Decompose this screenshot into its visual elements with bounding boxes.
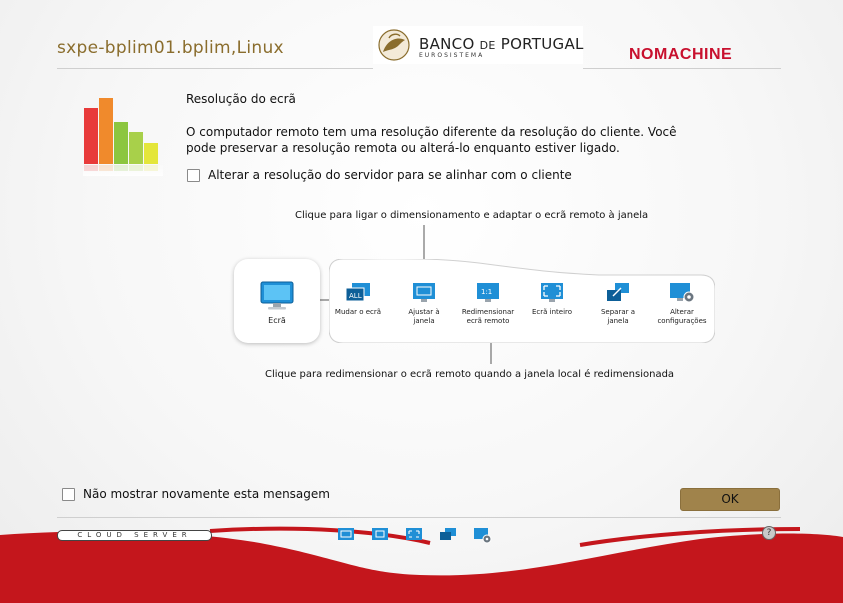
- diagram-item-change-screen: ALL Mudar o ecrã: [334, 282, 382, 317]
- dialog-heading: Resolução do ecrã: [186, 92, 296, 106]
- settings-icon[interactable]: [473, 527, 493, 545]
- fullscreen-icon: [541, 283, 563, 302]
- callout-bottom: Clique para redimensionar o ecrã remoto …: [265, 369, 675, 380]
- resize-remote-screen-icon[interactable]: [371, 527, 389, 541]
- header-divider-right: [583, 68, 781, 69]
- detach-window-icon[interactable]: [439, 527, 457, 541]
- diagram-item-settings: Alterar configurações: [656, 282, 708, 326]
- diagram-item-fit-to-window: Ajustar à janela: [400, 282, 448, 326]
- detach-window-icon: [607, 283, 629, 301]
- screen-panel: Ecrã: [234, 259, 320, 343]
- resize-remote-screen-icon: 1:1: [477, 283, 499, 302]
- bank-logo: BANCO DE PORTUGAL EUROSISTEMA: [373, 26, 583, 64]
- help-icon[interactable]: ?: [762, 526, 776, 540]
- fullscreen-icon[interactable]: [405, 527, 423, 541]
- fit-to-window-icon[interactable]: [337, 527, 355, 541]
- change-resolution-label: Alterar a resolução do servidor para se …: [208, 168, 572, 182]
- bank-subtitle: EUROSISTEMA: [419, 52, 485, 59]
- monitor-icon: [260, 281, 294, 310]
- change-screen-icon: ALL: [345, 283, 370, 302]
- dont-show-again-option[interactable]: Não mostrar novamente esta mensagem: [62, 487, 330, 501]
- vendor-logo: NOMACHINE: [629, 46, 733, 63]
- fit-to-window-icon: [413, 283, 435, 302]
- screen-label: Ecrã: [268, 316, 286, 325]
- dont-show-again-label: Não mostrar novamente esta mensagem: [83, 487, 330, 501]
- diagram-item-detach-window: Separar a janela: [590, 282, 646, 326]
- settings-icon: [670, 283, 695, 303]
- callout-top: Clique para ligar o dimensionamento e ad…: [295, 210, 649, 221]
- change-resolution-option[interactable]: Alterar a resolução do servidor para se …: [187, 168, 572, 182]
- diagram-item-fullscreen: Ecrã inteiro: [528, 282, 576, 317]
- bank-emblem-icon: [378, 29, 410, 61]
- bank-name: BANCO DE PORTUGAL: [419, 35, 584, 53]
- window-title: sxpe-bplim01.bplim,Linux: [57, 38, 284, 58]
- dont-show-again-checkbox[interactable]: [62, 487, 75, 501]
- dialog-description: O computador remoto tem uma resolução di…: [186, 125, 677, 155]
- cloud-server-badge: CLOUD SERVER: [57, 530, 212, 541]
- resolution-chart-icon: [83, 98, 163, 176]
- change-resolution-checkbox[interactable]: [187, 168, 200, 182]
- diagram-item-resize-remote: 1:1 Redimensionar ecrã remoto: [460, 282, 516, 326]
- svg-text:1:1: 1:1: [481, 288, 492, 296]
- header-divider-left: [57, 68, 373, 69]
- svg-text:ALL: ALL: [349, 292, 362, 300]
- ok-button[interactable]: OK: [680, 488, 780, 511]
